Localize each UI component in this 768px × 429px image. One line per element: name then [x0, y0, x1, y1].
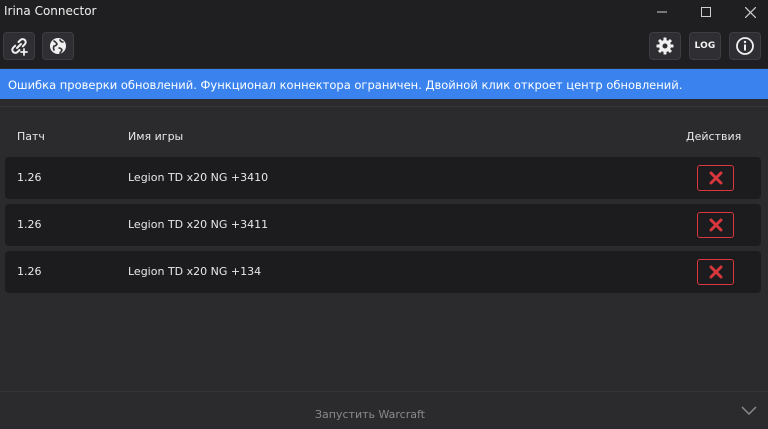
table-row: 1.26 Legion TD x20 NG +134	[5, 251, 761, 293]
launch-label: Запустить Warcraft	[315, 408, 425, 421]
link-add-icon	[11, 38, 28, 56]
maximize-button[interactable]	[683, 0, 729, 24]
chevron-down-icon[interactable]	[741, 406, 757, 419]
minimize-icon	[657, 11, 667, 13]
close-icon	[744, 6, 756, 18]
add-link-button[interactable]	[3, 32, 35, 60]
title-bar: Irina Connector	[0, 0, 768, 24]
launch-warcraft-button[interactable]: Запустить Warcraft	[0, 402, 768, 429]
delete-button[interactable]	[697, 165, 734, 191]
close-x-icon	[709, 171, 722, 185]
close-x-icon	[709, 265, 722, 279]
row-game-name: Legion TD x20 NG +3411	[128, 218, 269, 231]
globe-icon	[50, 38, 66, 54]
minimize-button[interactable]	[639, 0, 685, 24]
row-patch: 1.26	[17, 265, 42, 278]
window-title: Irina Connector	[4, 4, 97, 18]
info-button[interactable]	[729, 32, 761, 60]
column-header-game: Имя игры	[128, 130, 184, 143]
table-row: 1.26 Legion TD x20 NG +3411	[5, 204, 761, 246]
row-game-name: Legion TD x20 NG +134	[128, 265, 262, 278]
column-header-patch: Патч	[17, 130, 45, 143]
log-button[interactable]: LOG	[689, 32, 721, 60]
gear-icon	[656, 37, 674, 55]
divider	[0, 106, 768, 107]
table-header: Патч Имя игры Действия	[0, 130, 768, 146]
close-button[interactable]	[727, 0, 768, 24]
column-header-actions: Действия	[686, 130, 742, 143]
row-patch: 1.26	[17, 218, 42, 231]
close-x-icon	[709, 218, 722, 232]
table-row: 1.26 Legion TD x20 NG +3410	[5, 157, 761, 199]
divider	[0, 391, 768, 392]
settings-button[interactable]	[649, 32, 681, 60]
update-error-banner[interactable]: Ошибка проверки обновлений. Функционал к…	[0, 69, 768, 99]
delete-button[interactable]	[697, 259, 734, 285]
maximize-icon	[701, 7, 711, 17]
row-game-name: Legion TD x20 NG +3410	[128, 171, 269, 184]
toolbar: LOG	[0, 24, 768, 68]
info-icon	[736, 37, 754, 55]
row-patch: 1.26	[17, 171, 42, 184]
delete-button[interactable]	[697, 212, 734, 238]
globe-button[interactable]	[42, 32, 74, 60]
